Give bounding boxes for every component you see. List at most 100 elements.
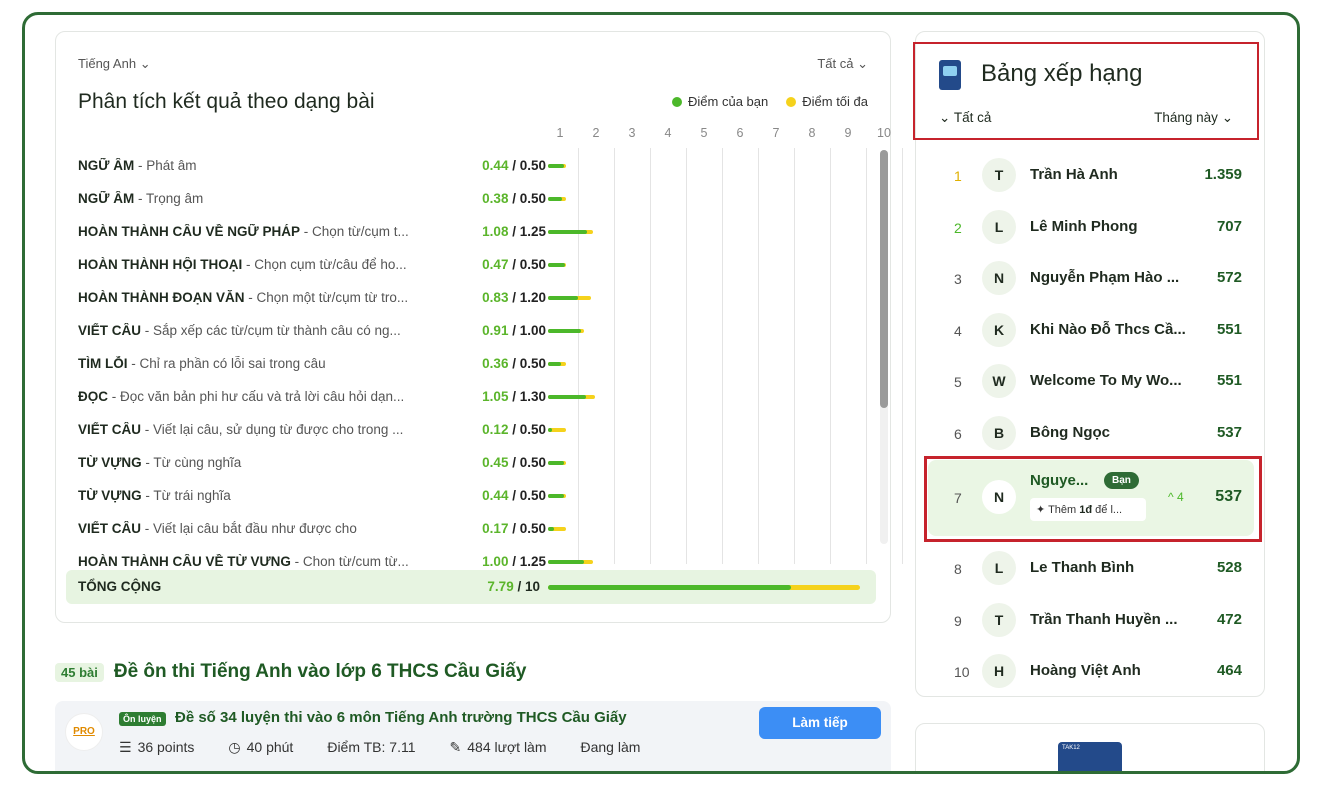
avatar: L xyxy=(982,209,1016,244)
ranking-row[interactable]: 9 T Trần Thanh Huyền ... 472 xyxy=(916,595,1266,647)
test-meta: ☰ 36 points ◷ 40 phút Điểm TB: 7.11 ✎ 484 l… xyxy=(119,739,640,756)
row-mine: 0.44 xyxy=(482,488,509,503)
row-desc: Từ cùng nghĩa xyxy=(153,455,242,470)
legend: Điểm của bạn Điểm tối đa xyxy=(672,94,868,109)
ranking-title: Bảng xếp hạng xyxy=(981,60,1143,87)
ranking-period-label: Tháng này xyxy=(1154,110,1218,125)
total-max: 10 xyxy=(524,579,540,594)
ranking-row[interactable]: 10 H Hoàng Việt Anh 464 xyxy=(916,646,1266,698)
row-mine: 0.44 xyxy=(482,158,509,173)
test-points-value: 36 points xyxy=(137,739,195,755)
row-bar-mine xyxy=(548,494,564,498)
ranking-row[interactable]: 5 W Welcome To My Wo... 551 xyxy=(916,356,1266,408)
ranking-filter-label: Tất cả xyxy=(953,110,992,125)
total-bar xyxy=(548,585,860,590)
total-label: TỔNG CỘNG xyxy=(78,579,162,594)
row-max: 0.50 xyxy=(519,191,546,206)
analysis-panel: Tiếng Anh ⌄ Tất cả ⌄ Phân tích kết quả t… xyxy=(55,31,903,623)
test-duration-value: 40 phút xyxy=(246,739,294,755)
row-type: NGỮ ÂM xyxy=(78,158,135,173)
scroll-thumb[interactable] xyxy=(880,150,888,408)
clock-icon: ◷ xyxy=(228,739,241,755)
row-score: 0.38 / 0.50 xyxy=(482,191,546,206)
row-mine: 1.05 xyxy=(482,389,509,404)
scale-tick: 2 xyxy=(592,126,600,140)
test-title[interactable]: Đề số 34 luyện thi vào 6 môn Tiếng Anh t… xyxy=(175,709,627,726)
ranking-row[interactable]: 4 K Khi Nào Đỗ Thcs Cầ... 551 xyxy=(916,305,1266,357)
rank-number: 10 xyxy=(954,664,970,680)
row-type: NGỮ ÂM xyxy=(78,191,135,206)
collection-title[interactable]: Đề ôn thi Tiếng Anh vào lớp 6 THCS Cầu G… xyxy=(114,661,527,683)
row-bar-mine xyxy=(548,461,565,465)
analysis-row: HOÀN THÀNH CÂU VỀ TỪ VỰNG - Chọn từ/cụm … xyxy=(56,546,892,566)
ranking-row[interactable]: 8 L Le Thanh Bình 528 xyxy=(916,543,1266,595)
ranking-row[interactable]: 2 L Lê Minh Phong 707 xyxy=(916,202,1266,254)
ranking-filter-dropdown[interactable]: ⌄ Tất cả xyxy=(939,110,991,126)
rank-points: 472 xyxy=(1216,610,1242,628)
analysis-scrollbar[interactable] xyxy=(880,150,888,544)
row-type: TỪ VỰNG xyxy=(78,488,142,503)
rank-name: Nguyễn Phạm Hào ... xyxy=(1030,269,1180,286)
row-label: VIẾT CÂU - Viết lại câu, sử dụng từ được… xyxy=(78,422,404,437)
row-mine: 0.45 xyxy=(482,455,509,470)
legend-max-dot xyxy=(786,97,797,107)
row-mine: 1.00 xyxy=(482,554,509,566)
rank-number: 6 xyxy=(954,425,962,442)
rank-name: Trần Thanh Huyền ... xyxy=(1030,610,1178,628)
row-type: HOÀN THÀNH HỘI THOẠI xyxy=(78,257,243,272)
analysis-row: HOÀN THÀNH CÂU VỀ NGỮ PHÁP - Chọn từ/cụm… xyxy=(56,216,892,248)
row-type: VIẾT CÂU xyxy=(78,323,142,338)
total-bar-mine xyxy=(548,585,792,590)
row-label: VIẾT CÂU - Viết lại câu bắt đầu như được… xyxy=(78,521,357,536)
type-filter-dropdown[interactable]: Tất cả ⌄ xyxy=(817,56,868,72)
rank-points: 537 xyxy=(1216,423,1242,441)
row-label: NGỮ ÂM - Phát âm xyxy=(78,158,197,173)
row-mine: 0.36 xyxy=(482,356,509,371)
rank-points: 551 xyxy=(1216,372,1242,389)
row-max: 1.25 xyxy=(519,224,546,239)
rank-number: 3 xyxy=(954,271,962,287)
avatar: N xyxy=(982,261,1016,295)
ranking-row[interactable]: 3 N Nguyễn Phạm Hào ... 572 xyxy=(916,253,1266,305)
ranking-row[interactable]: 6 B Bông Ngọc 537 xyxy=(916,408,1266,460)
row-desc: Từ trái nghĩa xyxy=(153,488,231,503)
promo-label: TAK12 xyxy=(1062,745,1080,751)
avatar: T xyxy=(982,602,1016,637)
analysis-row: NGỮ ÂM - Phát âm 0.44 / 0.50 xyxy=(56,150,892,182)
rank-points: 707 xyxy=(1216,217,1242,235)
row-score: 1.00 / 1.25 xyxy=(482,554,546,566)
analysis-row: HOÀN THÀNH HỘI THOẠI - Chọn cụm từ/câu đ… xyxy=(56,249,892,281)
row-bar-mine xyxy=(548,560,584,564)
ranking-row[interactable]: 1 T Trần Hà Anh 1.359 xyxy=(916,150,1266,202)
row-type: VIẾT CÂU xyxy=(78,521,142,536)
rank-number: 1 xyxy=(954,168,962,184)
avatar: L xyxy=(982,551,1016,585)
continue-button[interactable]: Làm tiếp xyxy=(759,707,881,739)
avatar: B xyxy=(982,415,1016,450)
rank-number: 4 xyxy=(954,322,962,339)
rank-points: 528 xyxy=(1216,559,1242,576)
app-frame: Tiếng Anh ⌄ Tất cả ⌄ Phân tích kết quả t… xyxy=(22,12,1300,774)
row-type: TÌM LỖI xyxy=(78,356,128,371)
chevron-down-icon: ⌄ xyxy=(939,110,951,125)
legend-mine-dot xyxy=(672,97,683,107)
rank-name: Le Thanh Bình xyxy=(1030,559,1135,576)
ranking-period-dropdown[interactable]: Tháng này ⌄ xyxy=(1154,110,1233,126)
test-attempts: ✎ 484 lượt làm xyxy=(450,739,547,756)
row-mine: 0.12 xyxy=(482,422,509,437)
promo-card[interactable]: TAK12 xyxy=(915,723,1265,771)
row-desc: Trọng âm xyxy=(145,191,204,206)
row-score: 1.08 / 1.25 xyxy=(482,224,546,239)
row-bar-mine xyxy=(548,362,561,366)
subject-dropdown[interactable]: Tiếng Anh ⌄ xyxy=(78,56,151,72)
row-max: 1.00 xyxy=(519,323,546,338)
row-label: HOÀN THÀNH CÂU VỀ TỪ VỰNG - Chọn từ/cụm … xyxy=(78,554,448,566)
test-points: ☰ 36 points xyxy=(119,739,194,756)
rank-number: 5 xyxy=(954,374,962,390)
rank-number: 8 xyxy=(954,561,962,577)
analysis-row: VIẾT CÂU - Viết lại câu bắt đầu như được… xyxy=(56,513,892,545)
test-card[interactable]: PRO Ôn luyện Đề số 34 luyện thi vào 6 mô… xyxy=(55,701,891,771)
row-label: TÌM LỖI - Chỉ ra phần có lỗi sai trong c… xyxy=(78,356,326,371)
avatar: W xyxy=(982,364,1016,398)
pro-logo: PRO xyxy=(65,713,103,751)
